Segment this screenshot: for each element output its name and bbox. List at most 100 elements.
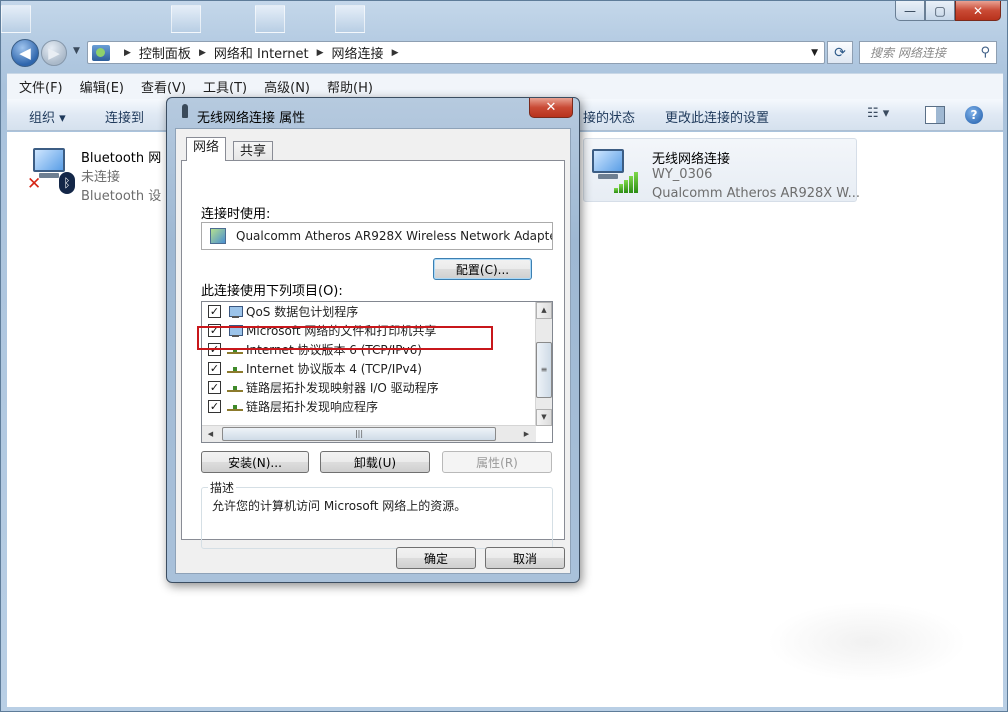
back-button[interactable]: ◀ [11, 39, 39, 67]
chevron-right-icon[interactable]: ▶ [199, 48, 206, 58]
highlight-box [197, 326, 493, 350]
maximize-button[interactable]: ▢ [925, 1, 955, 21]
service-icon [227, 305, 243, 319]
dialog-title: 无线网络连接 属性 [197, 111, 306, 126]
refresh-icon: ⟳ [834, 44, 846, 61]
description-group: 描述 允许您的计算机访问 Microsoft 网络上的资源。 [201, 479, 553, 549]
connection-status: 未连接 [81, 170, 121, 185]
breadcrumb-network-internet[interactable]: 网络和 Internet [214, 43, 309, 62]
connection-wireless[interactable]: 无线网络连接 WY_0306 Qualcomm Atheros AR928X W… [583, 138, 861, 202]
menu-tools[interactable]: 工具(T) [203, 77, 247, 96]
network-adapter-icon [210, 228, 226, 244]
dialog-body: 网络 共享 连接时使用: Qualcomm Atheros AR928X Wir… [175, 128, 571, 574]
caption-buttons: — ▢ ✕ [895, 1, 1001, 21]
network-folder-icon [92, 44, 110, 61]
connection-name: 无线网络连接 [652, 152, 731, 167]
scroll-thumb[interactable]: ≡ [536, 342, 552, 398]
menu-file[interactable]: 文件(F) [19, 77, 63, 96]
breadcrumb-control-panel[interactable]: 控制面板 [139, 43, 191, 62]
item-checkbox[interactable]: ✓ [208, 362, 221, 375]
protocol-icon [227, 362, 243, 376]
watermark [767, 602, 967, 682]
connection-device: Qualcomm Atheros AR928X W... [652, 186, 861, 201]
thumbnail [335, 5, 365, 33]
properties-button[interactable]: 属性(R) [442, 451, 552, 473]
item-checkbox[interactable]: ✓ [208, 400, 221, 413]
chevron-down-icon[interactable]: ▼ [811, 48, 818, 58]
menu-help[interactable]: 帮助(H) [327, 77, 373, 96]
close-button[interactable]: ✕ [955, 1, 1001, 21]
dialog-close-button[interactable]: ✕ [529, 98, 573, 118]
bluetooth-icon: ᛒ [59, 172, 75, 194]
connection-status: WY_0306 [652, 167, 713, 182]
refresh-button[interactable]: ⟳ [827, 41, 853, 64]
menu-bar: 文件(F) 编辑(E) 查看(V) 工具(T) 高级(N) 帮助(H) [7, 73, 1003, 99]
connect-to-button[interactable]: 连接到 [105, 107, 144, 126]
address-bar[interactable]: ▶ 控制面板 ▶ 网络和 Internet ▶ 网络连接 ▶ ▼ [87, 41, 825, 64]
forward-button[interactable]: ▶ [41, 40, 67, 66]
change-settings-button[interactable]: 更改此连接的设置 [665, 107, 769, 126]
signal-strength-icon [614, 171, 638, 193]
uninstall-button[interactable]: 卸载(U) [320, 451, 430, 473]
tab-network[interactable]: 网络 [186, 137, 227, 161]
items-label: 此连接使用下列项目(O): [201, 284, 343, 299]
view-status-button[interactable]: 接的状态 [583, 107, 635, 126]
monitor-icon [592, 149, 624, 173]
organize-button[interactable]: 组织 ▾ [29, 107, 66, 126]
thumbnail [1, 5, 31, 33]
item-checkbox[interactable]: ✓ [208, 305, 221, 318]
title-bar: — ▢ ✕ [1, 1, 1007, 35]
breadcrumb-network-connections[interactable]: 网络连接 [332, 43, 384, 62]
thumbnail [255, 5, 285, 33]
menu-edit[interactable]: 编辑(E) [80, 77, 124, 96]
help-icon[interactable]: ? [965, 106, 983, 124]
install-button[interactable]: 安装(N)... [201, 451, 309, 473]
view-options-icon[interactable]: ☷ ▾ [867, 106, 903, 124]
search-input[interactable]: 搜索 网络连接 ⚲ [859, 41, 997, 64]
address-row: ◀ ▶ ▼ ▶ 控制面板 ▶ 网络和 Internet ▶ 网络连接 ▶ ▼ ⟳… [1, 35, 1007, 69]
list-item[interactable]: ✓ 链路层拓扑发现响应程序 [208, 397, 378, 416]
properties-dialog: 无线网络连接 属性 ✕ 网络 共享 连接时使用: Qualcomm Athero… [166, 97, 580, 583]
arrow-left-icon: ◀ [19, 44, 31, 62]
items-list[interactable]: ✓ QoS 数据包计划程序 ✓ Microsoft 网络的文件和打印机共享 ✓ … [201, 301, 553, 443]
search-icon[interactable]: ⚲ [980, 45, 990, 60]
adapter-name: Qualcomm Atheros AR928X Wireless Network… [236, 229, 553, 243]
item-label: 链路层拓扑发现映射器 I/O 驱动程序 [246, 381, 439, 395]
chevron-right-icon[interactable]: ▶ [124, 48, 131, 58]
scroll-up-button[interactable]: ▲ [536, 302, 552, 319]
chevron-right-icon[interactable]: ▶ [317, 48, 324, 58]
protocol-icon [227, 381, 243, 395]
list-item[interactable]: ✓ 链路层拓扑发现映射器 I/O 驱动程序 [208, 378, 439, 397]
network-tab-panel: 连接时使用: Qualcomm Atheros AR928X Wireless … [181, 160, 565, 549]
item-checkbox[interactable]: ✓ [208, 381, 221, 394]
vertical-scrollbar[interactable]: ▲ ≡ ▼ [535, 302, 552, 426]
list-item[interactable]: ✓ QoS 数据包计划程序 [208, 302, 358, 321]
scroll-down-button[interactable]: ▼ [536, 409, 552, 426]
list-item-ipv4[interactable]: ✓ Internet 协议版本 4 (TCP/IPv4) [208, 359, 422, 378]
description-legend: 描述 [208, 479, 237, 496]
disconnected-icon: ✕ [27, 174, 42, 194]
ok-button[interactable]: 确定 [396, 547, 476, 569]
configure-button[interactable]: 配置(C)... [433, 258, 532, 280]
connection-device: Bluetooth 设 [81, 189, 162, 204]
item-label: Internet 协议版本 4 (TCP/IPv4) [246, 362, 422, 376]
description-text: 允许您的计算机访问 Microsoft 网络上的资源。 [212, 499, 467, 513]
cancel-button[interactable]: 取消 [485, 547, 565, 569]
recent-pages-dropdown[interactable]: ▼ [73, 46, 80, 56]
menu-advanced[interactable]: 高级(N) [264, 77, 310, 96]
search-placeholder: 搜索 网络连接 [870, 46, 946, 60]
scroll-right-button[interactable]: ▶ [518, 426, 535, 442]
horizontal-scrollbar[interactable]: ◀ ||| ▶ [202, 425, 536, 442]
scroll-left-button[interactable]: ◀ [202, 426, 219, 442]
chevron-right-icon[interactable]: ▶ [392, 48, 399, 58]
arrow-right-icon: ▶ [48, 44, 60, 62]
preview-pane-icon[interactable] [925, 106, 945, 124]
wireless-adapter-icon [179, 104, 191, 124]
taskbar-thumbnails [1, 1, 381, 35]
adapter-field: Qualcomm Atheros AR928X Wireless Network… [201, 222, 553, 250]
scroll-thumb[interactable]: ||| [222, 427, 496, 441]
menu-view[interactable]: 查看(V) [141, 77, 186, 96]
minimize-button[interactable]: — [895, 1, 925, 21]
connect-using-label: 连接时使用: [201, 207, 271, 222]
monitor-icon [33, 148, 65, 172]
